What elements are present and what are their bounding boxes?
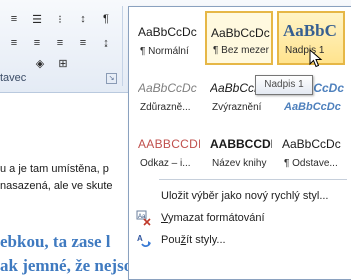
style-tile[interactable]: AABBCCDD Odkaz – i... bbox=[133, 123, 201, 177]
svg-text:A: A bbox=[137, 234, 143, 243]
menu-separator bbox=[159, 179, 347, 180]
document-line-1: u a je tam umístěna, p bbox=[0, 163, 109, 175]
style-preview-text: AaBbC bbox=[283, 21, 337, 40]
style-preview-text: AaBbCcDc bbox=[138, 25, 197, 39]
style-tile[interactable]: AaBbCcDc Zdůrazně... bbox=[133, 67, 201, 121]
style-name: Název knihy bbox=[212, 158, 267, 169]
style-preview-text: AaBbCcDc bbox=[138, 81, 197, 95]
borders-icon[interactable]: ⊞ bbox=[53, 53, 73, 73]
style-name: ¶ Odstave... bbox=[284, 158, 338, 169]
bullets-icon[interactable]: ☰ bbox=[27, 9, 47, 29]
paragraph-dialog-launcher-icon[interactable]: ↘ bbox=[106, 73, 117, 84]
styles-gallery-dropdown: AaBbCcDc ¶ Normální AaBbCcDc ¶ Bez mezer AaB… bbox=[128, 6, 351, 280]
document-heading-line: ebkou, ta zase l bbox=[0, 232, 111, 251]
align-left-icon[interactable]: ≡ bbox=[4, 33, 24, 53]
align-center-icon[interactable]: ≡ bbox=[27, 33, 47, 53]
style-preview-text: AaBbCcDc bbox=[282, 137, 341, 151]
ribbon-row-3: ◈ ⊞ bbox=[30, 52, 76, 74]
pilcrow-icon[interactable]: ¶ bbox=[96, 9, 116, 29]
sort-icon[interactable]: ↕ bbox=[73, 9, 93, 29]
style-name: ¶ Bez mezer bbox=[213, 45, 269, 56]
style-tile[interactable]: AaBbCcDc ¶ Normální bbox=[133, 11, 201, 65]
ribbon-group-divider bbox=[122, 6, 123, 86]
style-name: Zdůrazně... bbox=[140, 102, 191, 113]
menu-item-label: Uložit výběr jako nový rychlý styl... bbox=[161, 190, 329, 202]
style-name: ¶ Normální bbox=[140, 46, 189, 57]
spacing-icon[interactable]: ↨ bbox=[96, 33, 116, 53]
apply-styles-icon: A bbox=[131, 232, 157, 248]
clear-formatting-icon: Aa bbox=[131, 210, 157, 226]
ribbon-row-2: ≡ ≡ ≡ ≡ ↨ bbox=[4, 32, 119, 54]
style-tooltip: Nadpis 1 bbox=[255, 75, 313, 95]
menu-item-label: Vymazat formátování bbox=[161, 212, 265, 224]
style-preview-text: AABBCCDD bbox=[210, 137, 272, 151]
style-preview-text: AaBbCcDc bbox=[211, 26, 270, 40]
shading-icon[interactable]: ◈ bbox=[30, 53, 50, 73]
style-name: Odkaz – i... bbox=[140, 158, 191, 169]
style-tile[interactable]: AABBCCDD Název knihy bbox=[205, 123, 273, 177]
ribbon-row-1: ≡ ☰ ⁝ ↕ ¶ bbox=[4, 8, 119, 30]
style-preview-text: AABBCCDD bbox=[138, 137, 200, 151]
style-tile[interactable]: AaBbCcDc ¶ Bez mezer bbox=[205, 11, 273, 65]
align-right-icon[interactable]: ≡ bbox=[50, 33, 70, 53]
paragraph-group-label: tavec bbox=[0, 72, 27, 84]
style-name: Zvýraznění bbox=[212, 102, 262, 113]
style-tile[interactable]: AaBbCcDc ¶ Odstave... bbox=[277, 123, 345, 177]
clear-formatting-item[interactable]: Aa Vymazat formátování bbox=[131, 207, 347, 229]
apply-styles-item[interactable]: A Použít styly... bbox=[131, 229, 347, 251]
style-name: AaBbCcDc bbox=[284, 101, 341, 113]
document-line-2: nasazená, ale ve skute bbox=[0, 180, 113, 192]
justify-icon[interactable]: ≡ bbox=[73, 33, 93, 53]
mouse-cursor-icon bbox=[309, 49, 323, 68]
save-selection-as-style-item[interactable]: Uložit výběr jako nový rychlý styl... bbox=[131, 185, 347, 207]
numbering-icon[interactable]: ⁝ bbox=[50, 9, 70, 29]
menu-item-label: Použít styly... bbox=[161, 234, 226, 246]
line-spacing-icon[interactable]: ≡ bbox=[4, 9, 24, 29]
